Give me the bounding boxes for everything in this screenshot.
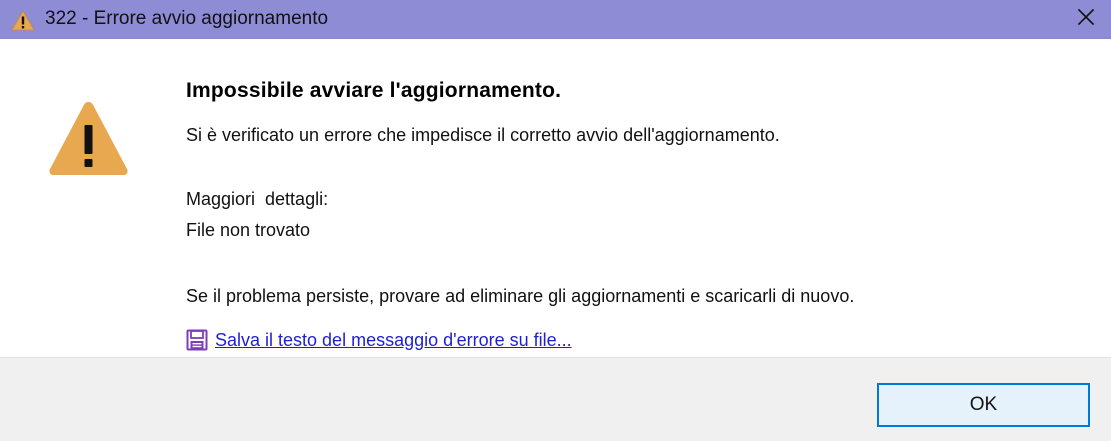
message-heading: Impossibile avviare l'aggiornamento. bbox=[186, 79, 562, 102]
save-link-label[interactable]: Salva il testo del messaggio d'errore su… bbox=[215, 329, 572, 351]
save-icon bbox=[186, 329, 208, 351]
save-message-link[interactable]: Salva il testo del messaggio d'errore su… bbox=[186, 328, 572, 352]
warning-icon bbox=[11, 10, 35, 31]
close-icon bbox=[1076, 7, 1096, 32]
ok-button[interactable]: OK bbox=[877, 383, 1090, 427]
suggestion-text: Se il problema persiste, provare ad elim… bbox=[186, 286, 855, 306]
error-dialog: 322 - Errore avvio aggiornamento Impossi… bbox=[0, 0, 1111, 441]
window-title: 322 - Errore avvio aggiornamento bbox=[45, 8, 329, 29]
dialog-content: Impossibile avviare l'aggiornamento. Si … bbox=[0, 39, 1111, 357]
title-bar[interactable]: 322 - Errore avvio aggiornamento bbox=[0, 0, 1111, 39]
button-bar: OK bbox=[0, 357, 1111, 441]
close-button[interactable] bbox=[1061, 0, 1111, 38]
message-description: Si è verificato un errore che impedisce … bbox=[186, 125, 780, 145]
details-value: File non trovato bbox=[186, 220, 311, 240]
warning-icon bbox=[47, 99, 130, 176]
details-label: Maggiori dettagli: bbox=[186, 189, 329, 209]
